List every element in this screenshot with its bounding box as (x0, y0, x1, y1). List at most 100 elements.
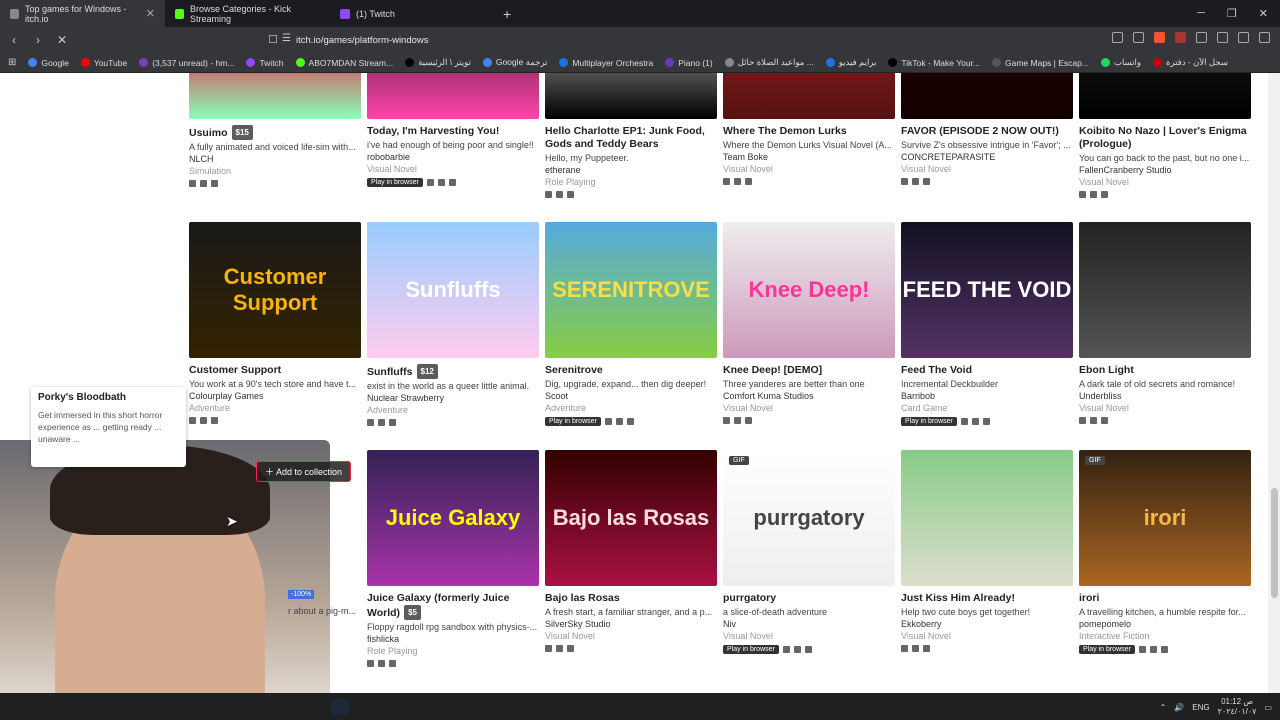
stop-icon[interactable]: ✕ (52, 33, 72, 47)
game-title[interactable]: Koibito No Nazo | Lover's Enigma (Prolog… (1079, 125, 1251, 151)
game-thumbnail[interactable] (545, 73, 717, 119)
game-title[interactable]: Knee Deep! [DEMO] (723, 364, 895, 377)
game-author[interactable]: Ekkoberry (901, 619, 1073, 629)
game-author[interactable]: Colourplay Games (189, 391, 361, 401)
scrollbar[interactable] (1268, 73, 1280, 693)
notification-icon[interactable]: ▭ (1264, 703, 1272, 712)
game-author[interactable]: Comfort Kuma Studios (723, 391, 895, 401)
game-title[interactable]: Usuimo $15 (189, 125, 361, 140)
game-card[interactable]: LOVER'S ENIGMA Koibito No Nazo | Lover's … (1079, 73, 1251, 198)
game-thumbnail[interactable] (901, 73, 1073, 119)
sidebar-icon[interactable] (1217, 32, 1228, 43)
game-thumbnail[interactable] (901, 450, 1073, 586)
game-title[interactable]: Ebon Light (1079, 364, 1251, 377)
game-author[interactable]: SilverSky Studio (545, 619, 717, 629)
game-title[interactable]: Bajo las Rosas (545, 592, 717, 605)
bookmark-item[interactable]: Piano (1) (665, 58, 713, 68)
game-title[interactable]: Today, I'm Harvesting You! (367, 125, 539, 138)
extension-icon[interactable] (1112, 32, 1123, 43)
game-card[interactable]: Ebon Light A dark tale of old secrets and… (1079, 222, 1251, 424)
minimize-icon[interactable]: ─ (1197, 7, 1205, 20)
bookmark-item[interactable]: برايم فيديو (825, 57, 876, 68)
game-thumbnail[interactable]: SERENITROVE (545, 222, 717, 358)
bookmark-item[interactable]: سجل الآن - دفترة (1152, 57, 1228, 68)
tab-twitch[interactable]: (1) Twitch (330, 0, 495, 27)
bookmark-item[interactable]: (3,537 unread) - hm... (139, 58, 234, 68)
share-icon[interactable] (1133, 32, 1144, 43)
game-thumbnail[interactable]: You! (367, 73, 539, 119)
game-title[interactable]: Feed The Void (901, 364, 1073, 377)
game-title[interactable]: irori (1079, 592, 1251, 605)
game-card[interactable]: Where The Demon Lurks Where the Demon Lur… (723, 73, 895, 185)
game-author[interactable]: NLCH (189, 154, 361, 164)
bookmark-item[interactable]: واتساب (1100, 57, 1141, 68)
bookmark-item[interactable]: ABO7MDAN Stream... (295, 58, 393, 68)
game-title[interactable]: Customer Support (189, 364, 361, 377)
bookmark-item[interactable]: TikTok - Make Your... (888, 58, 980, 68)
game-title[interactable]: Hello Charlotte EP1: Junk Food, Gods and… (545, 125, 717, 151)
url-field[interactable]: ☐ ☰ itch.io/games/platform-windows (268, 31, 988, 49)
close-icon[interactable]: ✕ (146, 7, 155, 20)
bookmark-item[interactable]: YouTube (80, 58, 127, 68)
game-card[interactable]: irori GIF irori A travelling kitchen, a hum… (1079, 450, 1251, 654)
game-author[interactable]: fishlicka (367, 634, 539, 644)
tray-arrow-icon[interactable]: ⌃ (1160, 703, 1167, 712)
bookmark-item[interactable]: Google (28, 58, 69, 68)
game-thumbnail[interactable] (1079, 222, 1251, 358)
game-thumbnail[interactable] (189, 73, 361, 119)
bookmark-item[interactable]: تويتر \ الرئيسية (405, 57, 471, 68)
game-thumbnail[interactable]: Juice Galaxy (367, 450, 539, 586)
add-to-collection-button[interactable]: ＋ Add to collection (256, 461, 352, 482)
back-icon[interactable]: ‹ (4, 33, 24, 47)
game-card[interactable]: purrgatory GIF purrgatory a slice-of-death … (723, 450, 895, 654)
menu-icon[interactable] (1259, 32, 1270, 43)
game-author[interactable]: Underbliss (1079, 391, 1251, 401)
game-card[interactable]: Bajo las Rosas Bajo las Rosas A fresh star… (545, 450, 717, 652)
bookmark-item[interactable]: Multiplayer Orchestra (559, 58, 653, 68)
game-card[interactable]: Hello Charlotte EP1: Junk Food, Gods and… (545, 73, 717, 198)
rewards-icon[interactable] (1175, 32, 1186, 43)
language-indicator[interactable]: ENG (1192, 703, 1209, 712)
restore-icon[interactable]: ❐ (1227, 7, 1237, 20)
tab-kick[interactable]: Browse Categories - Kick Streaming (165, 0, 330, 27)
brave-shield-icon[interactable] (1154, 32, 1165, 43)
game-title[interactable]: Where The Demon Lurks (723, 125, 895, 138)
volume-icon[interactable]: 🔊 (1174, 703, 1184, 712)
game-thumbnail[interactable]: purrgatory GIF (723, 450, 895, 586)
game-card[interactable]: FEED THE VOID Feed The Void Incremental De… (901, 222, 1073, 426)
close-window-icon[interactable]: ✕ (1259, 7, 1268, 20)
game-author[interactable]: Team Boke (723, 152, 895, 162)
game-thumbnail[interactable]: Bajo las Rosas (545, 450, 717, 586)
game-author[interactable]: Nuclear Strawberry (367, 393, 539, 403)
new-tab-button[interactable]: + (503, 6, 511, 22)
game-title[interactable]: Sunfluffs $12 (367, 364, 539, 379)
steam-icon[interactable] (331, 699, 349, 715)
game-thumbnail[interactable]: Customer Support (189, 222, 361, 358)
clock[interactable]: 01:12 ص ٢٠٢٤/٠١/٠٧ (1218, 697, 1257, 717)
game-title[interactable]: purrgatory (723, 592, 895, 605)
bookmark-item[interactable]: Game Maps | Escap... (992, 58, 1089, 68)
game-thumbnail[interactable]: irori GIF (1079, 450, 1251, 586)
bookmark-item[interactable]: Twitch (246, 58, 284, 68)
game-author[interactable]: CONCRETEPARASITE (901, 152, 1073, 162)
game-author[interactable]: Barribob (901, 391, 1073, 401)
game-card[interactable]: Knee Deep! Knee Deep! [DEMO] Three yandere… (723, 222, 895, 424)
site-info-icon[interactable]: ☰ (282, 33, 291, 44)
game-thumbnail[interactable]: LOVER'S ENIGMA (1079, 73, 1251, 119)
game-author[interactable]: robobarbie (367, 152, 539, 162)
game-thumbnail[interactable]: Sunfluffs (367, 222, 539, 358)
game-title[interactable]: Juice Galaxy (formerly Juice World) $5 (367, 592, 539, 620)
bookmark-icon[interactable]: ☐ (268, 33, 278, 46)
scrollbar-thumb[interactable] (1271, 488, 1278, 598)
game-thumbnail[interactable] (723, 73, 895, 119)
extensions-icon[interactable] (1196, 32, 1207, 43)
game-author[interactable]: FallenCranberry Studio (1079, 165, 1251, 175)
game-title[interactable]: Serenitrove (545, 364, 717, 377)
game-thumbnail[interactable]: Knee Deep! (723, 222, 895, 358)
game-card[interactable]: Usuimo $15 A fully animated and voiced lif… (189, 73, 361, 187)
game-author[interactable]: etherane (545, 165, 717, 175)
game-author[interactable]: pomepomelo (1079, 619, 1251, 629)
forward-icon[interactable]: › (28, 33, 48, 47)
game-author[interactable]: Niv (723, 619, 895, 629)
game-card[interactable]: FAVOR (EPISODE 2 NOW OUT!) Survive Z's ob… (901, 73, 1073, 185)
